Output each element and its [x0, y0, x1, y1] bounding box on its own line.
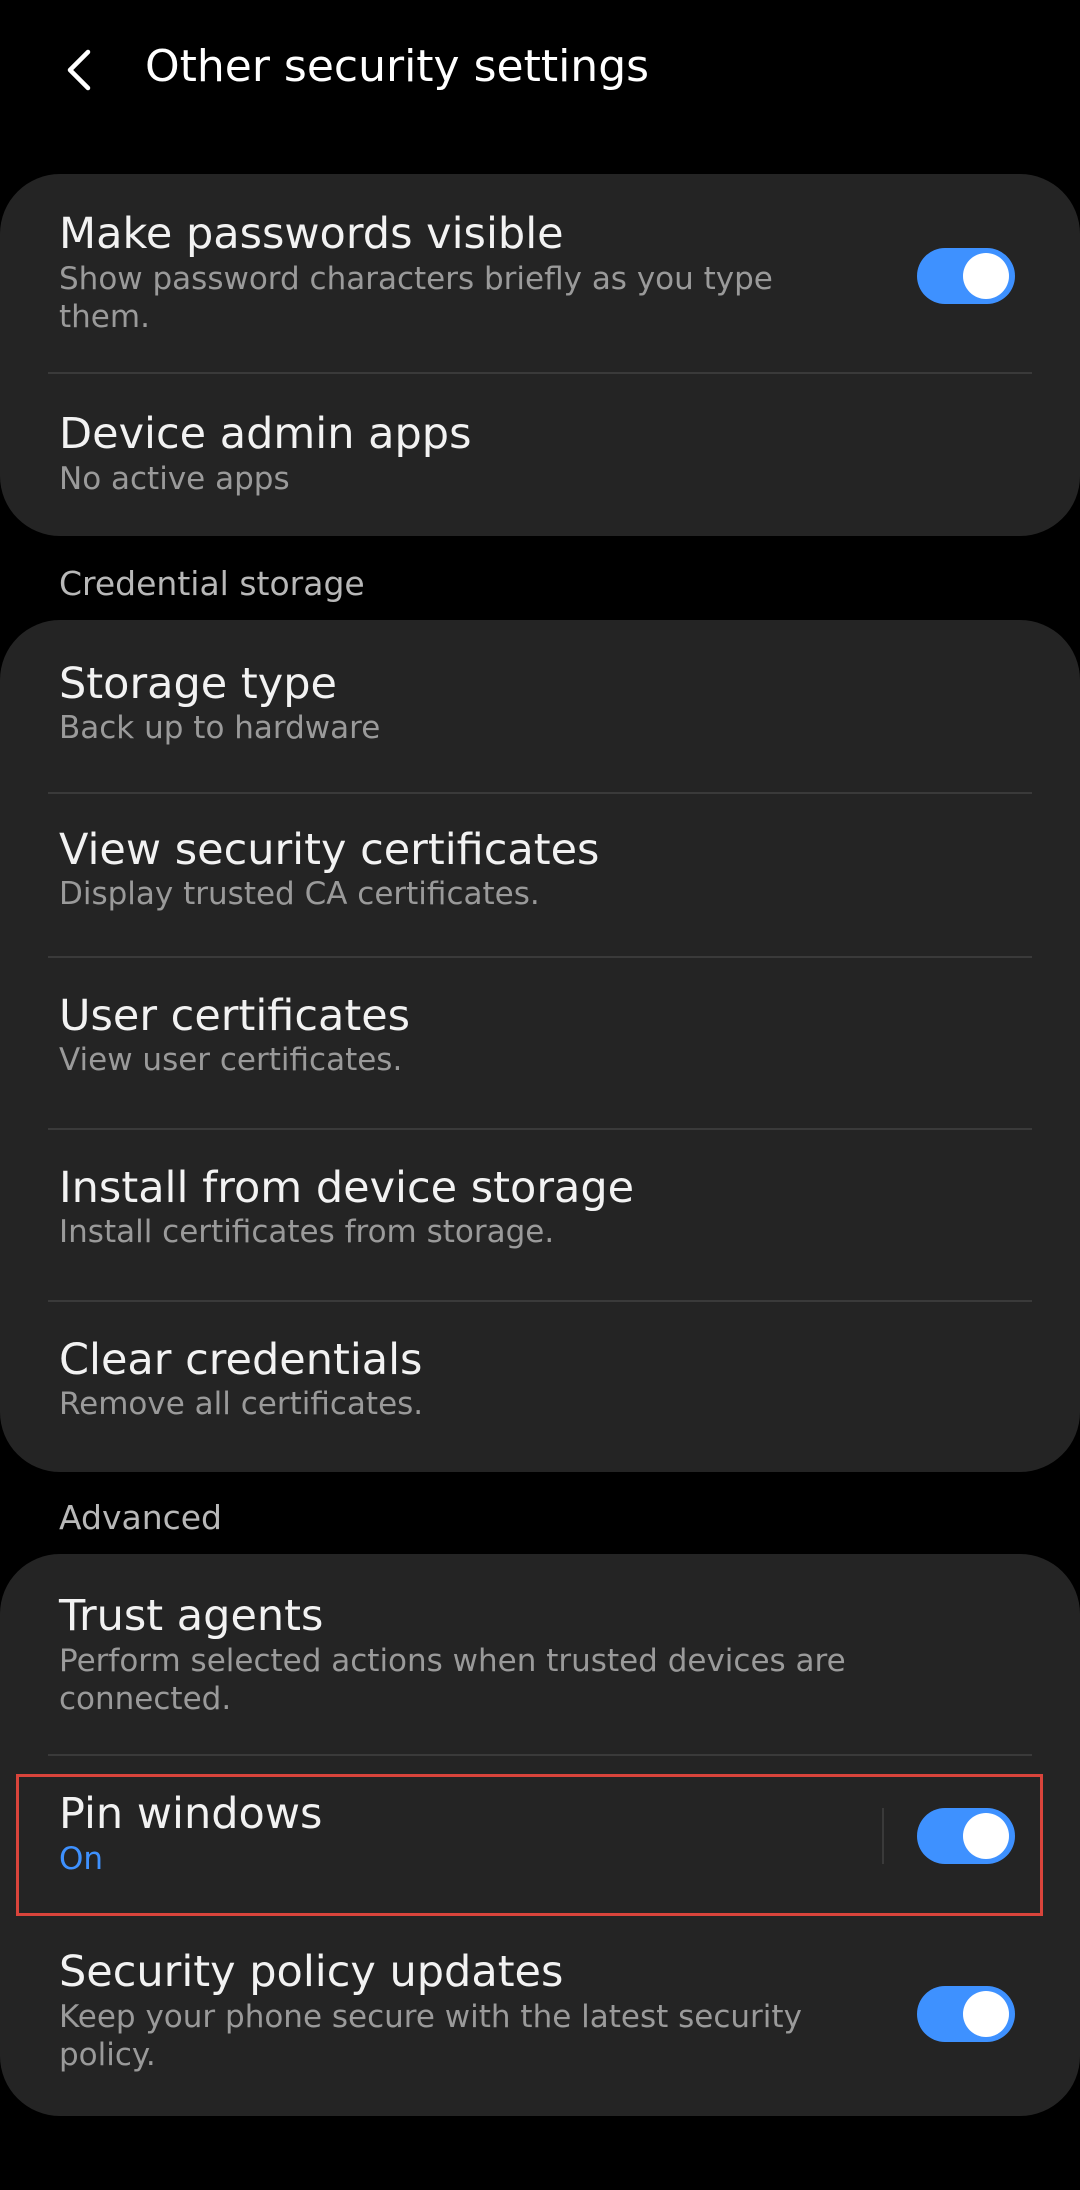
make-passwords-visible-subtitle: Show password characters briefly as you … [59, 261, 773, 335]
page-title: Other security settings [145, 41, 650, 92]
app-header: Other security settings [0, 0, 1080, 140]
pin-windows-title: Pin windows [59, 1789, 323, 1839]
clear-credentials-row[interactable]: Clear credentials Remove all certificate… [0, 1302, 1080, 1472]
user-certificates-title: User certificates [59, 991, 411, 1041]
toggle-knob [963, 1991, 1009, 2037]
user-certificates-subtitle: View user certificates. [59, 1042, 403, 1078]
trust-agents-subtitle: Perform selected actions when trusted de… [59, 1643, 846, 1717]
storage-type-row[interactable]: Storage type Back up to hardware [0, 620, 1080, 792]
view-security-certificates-row[interactable]: View security certificates Display trust… [0, 794, 1080, 956]
general-card: Make passwords visible Show password cha… [0, 174, 1080, 536]
view-security-certificates-title: View security certificates [59, 825, 600, 875]
chevron-left-icon [67, 49, 91, 91]
advanced-card: Trust agents Perform selected actions wh… [0, 1554, 1080, 2116]
trust-agents-row[interactable]: Trust agents Perform selected actions wh… [0, 1554, 1080, 1756]
device-admin-apps-title: Device admin apps [59, 409, 472, 459]
security-policy-updates-title: Security policy updates [59, 1947, 564, 1997]
vertical-separator [882, 1808, 884, 1864]
security-policy-updates-toggle[interactable] [917, 1986, 1015, 2042]
install-from-device-storage-row[interactable]: Install from device storage Install cert… [0, 1130, 1080, 1300]
make-passwords-visible-toggle[interactable] [917, 248, 1015, 304]
make-passwords-visible-title: Make passwords visible [59, 209, 564, 259]
install-from-device-storage-subtitle: Install certificates from storage. [59, 1214, 555, 1250]
install-from-device-storage-title: Install from device storage [59, 1163, 635, 1213]
credential-storage-card: Storage type Back up to hardware View se… [0, 620, 1080, 1472]
toggle-knob [963, 1813, 1009, 1859]
back-button[interactable] [48, 30, 112, 110]
make-passwords-visible-row[interactable]: Make passwords visible Show password cha… [0, 174, 1080, 374]
device-admin-apps-row[interactable]: Device admin apps No active apps [0, 374, 1080, 536]
pin-windows-status: On [59, 1841, 104, 1877]
section-label-advanced: Advanced [59, 1498, 223, 1537]
device-admin-apps-subtitle: No active apps [59, 461, 290, 497]
clear-credentials-title: Clear credentials [59, 1335, 423, 1385]
security-policy-updates-row[interactable]: Security policy updates Keep your phone … [0, 1916, 1080, 2116]
trust-agents-title: Trust agents [59, 1591, 324, 1641]
clear-credentials-subtitle: Remove all certificates. [59, 1386, 424, 1422]
toggle-knob [963, 253, 1009, 299]
pin-windows-row[interactable]: Pin windows On [0, 1756, 1080, 1916]
section-label-credential-storage: Credential storage [59, 564, 365, 603]
security-policy-updates-subtitle: Keep your phone secure with the latest s… [59, 1999, 802, 2073]
storage-type-subtitle: Back up to hardware [59, 710, 381, 746]
user-certificates-row[interactable]: User certificates View user certificates… [0, 958, 1080, 1128]
view-security-certificates-subtitle: Display trusted CA certificates. [59, 876, 540, 912]
pin-windows-toggle[interactable] [917, 1808, 1015, 1864]
storage-type-title: Storage type [59, 659, 337, 709]
